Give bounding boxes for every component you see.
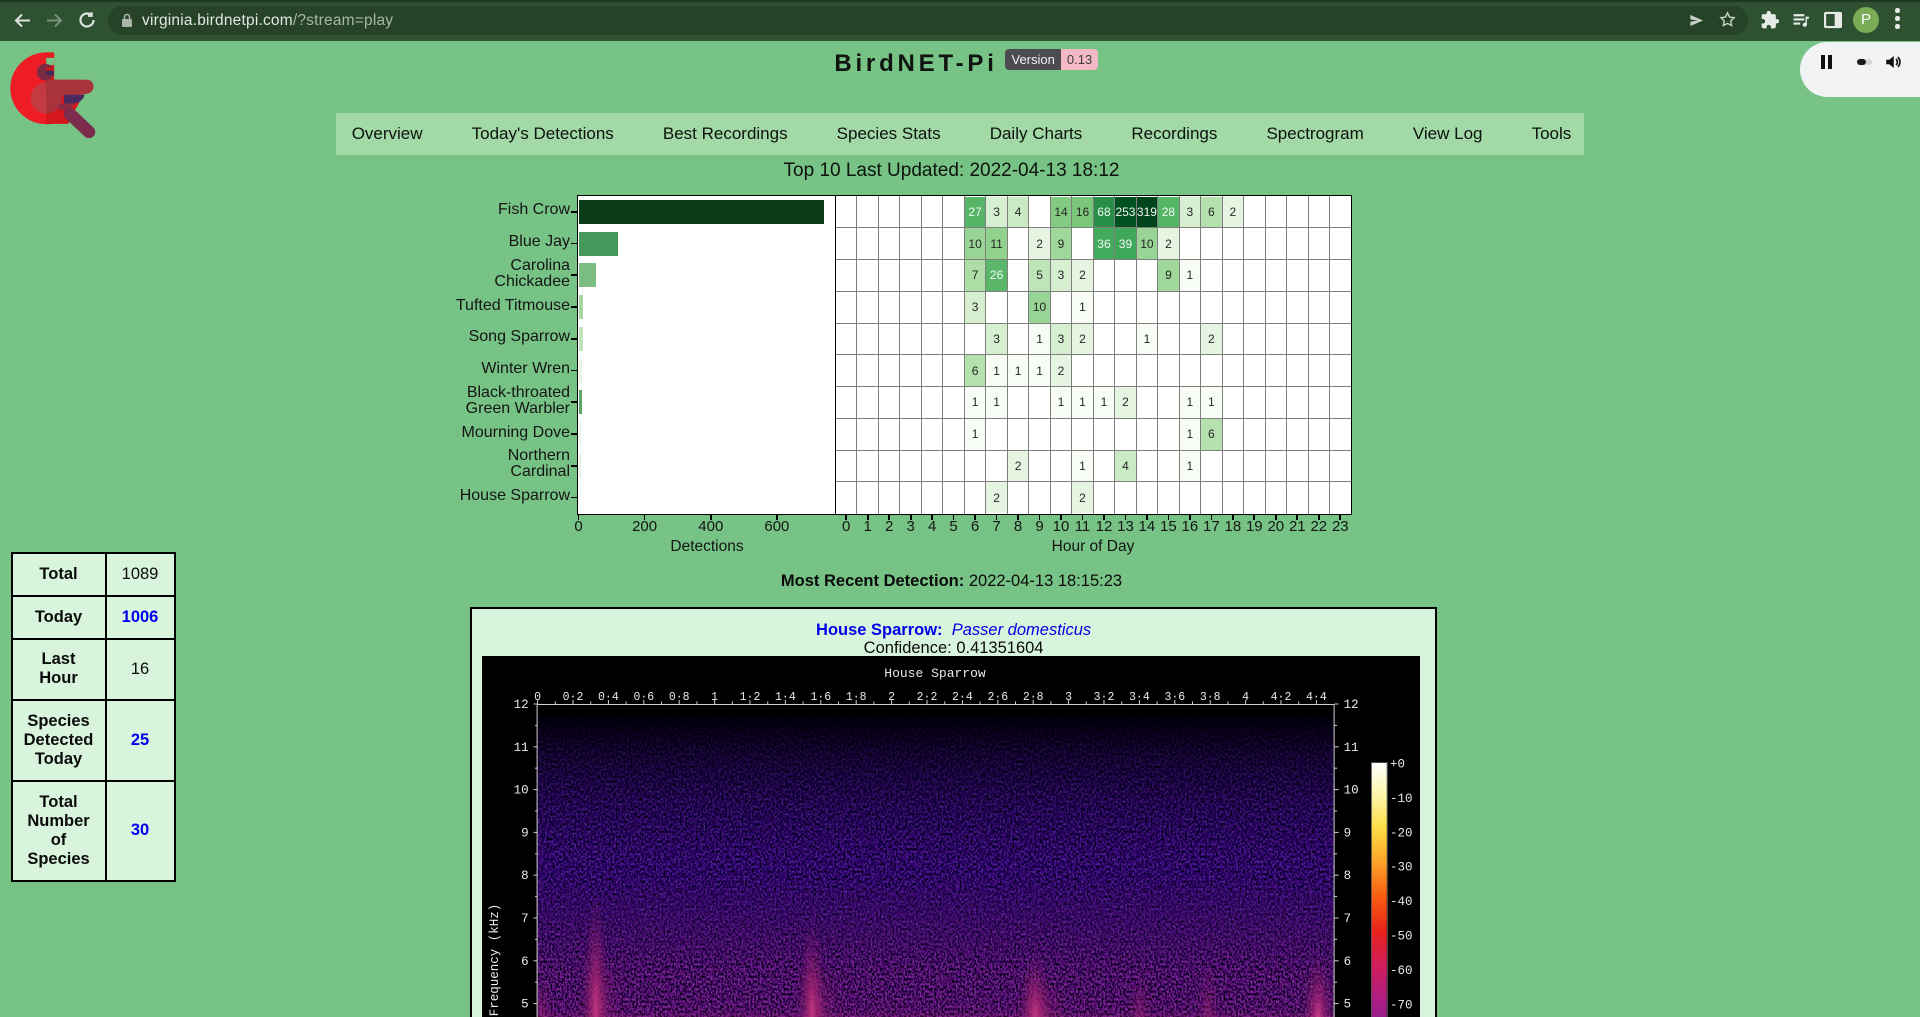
svg-text:9: 9 bbox=[1344, 826, 1352, 840]
svg-text:-40: -40 bbox=[1390, 895, 1413, 909]
svg-text:-70: -70 bbox=[1390, 998, 1413, 1012]
svg-text:-20: -20 bbox=[1390, 826, 1413, 840]
svg-text:10: 10 bbox=[1344, 784, 1359, 798]
svg-text:11: 11 bbox=[514, 741, 529, 755]
svg-text:-10: -10 bbox=[1390, 792, 1413, 806]
svg-text:+0: +0 bbox=[1390, 757, 1405, 771]
svg-text:5: 5 bbox=[1344, 998, 1352, 1012]
svg-text:-50: -50 bbox=[1390, 929, 1413, 943]
svg-text:11: 11 bbox=[1344, 741, 1359, 755]
svg-text:10: 10 bbox=[514, 784, 529, 798]
svg-text:7: 7 bbox=[1344, 912, 1352, 926]
svg-text:9: 9 bbox=[521, 826, 529, 840]
svg-text:6: 6 bbox=[1344, 955, 1352, 969]
svg-text:House Sparrow: House Sparrow bbox=[885, 666, 987, 681]
svg-text:6: 6 bbox=[521, 955, 529, 969]
svg-text:5: 5 bbox=[521, 998, 529, 1012]
svg-text:-30: -30 bbox=[1390, 861, 1413, 875]
svg-text:12: 12 bbox=[1344, 698, 1359, 712]
svg-text:8: 8 bbox=[521, 869, 529, 883]
svg-text:7: 7 bbox=[521, 912, 529, 926]
svg-text:Frequency (kHz): Frequency (kHz) bbox=[488, 904, 502, 1017]
svg-text:8: 8 bbox=[1344, 869, 1352, 883]
svg-text:-60: -60 bbox=[1390, 964, 1413, 978]
svg-text:12: 12 bbox=[514, 698, 529, 712]
